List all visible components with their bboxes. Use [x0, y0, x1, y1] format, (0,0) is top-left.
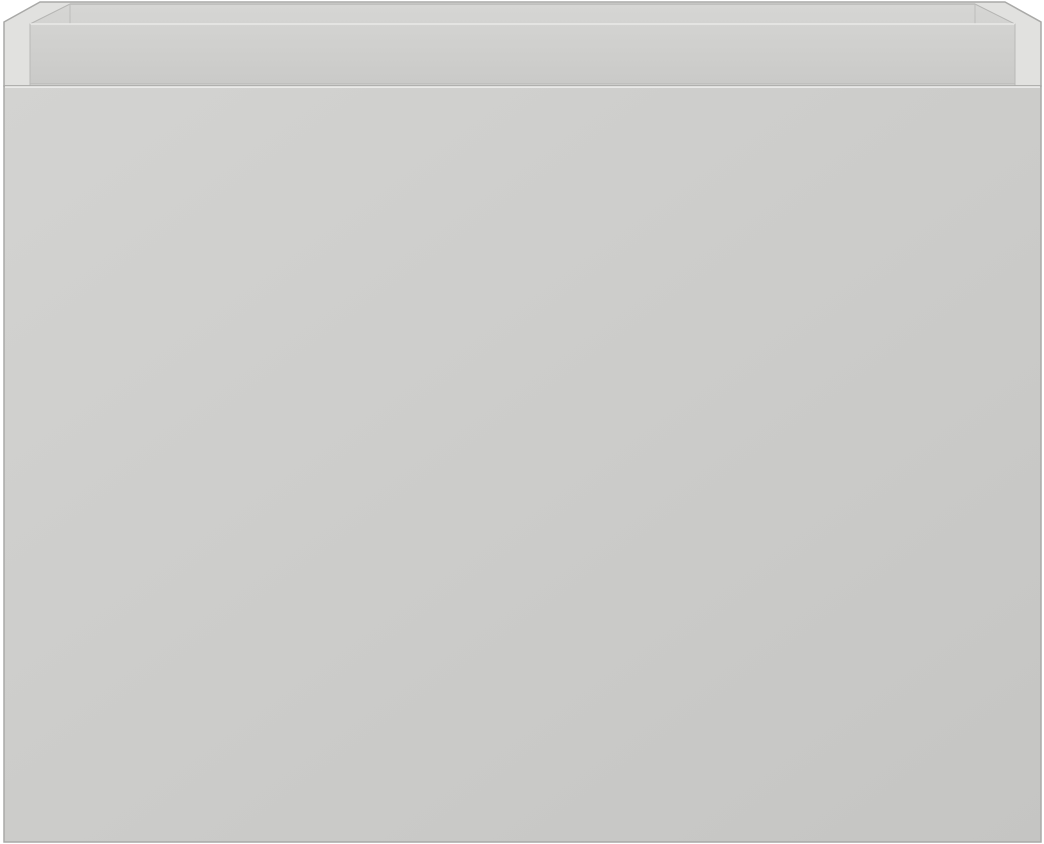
- inner-well: [29, 3, 1016, 85]
- cabinet-top-rim: [3, 1, 1042, 87]
- drawer-front-panel: [3, 85, 1042, 843]
- vanity-cabinet-illustration: [3, 1, 1042, 843]
- product-render-stage: [0, 0, 1044, 844]
- drawer-front: [3, 85, 1042, 843]
